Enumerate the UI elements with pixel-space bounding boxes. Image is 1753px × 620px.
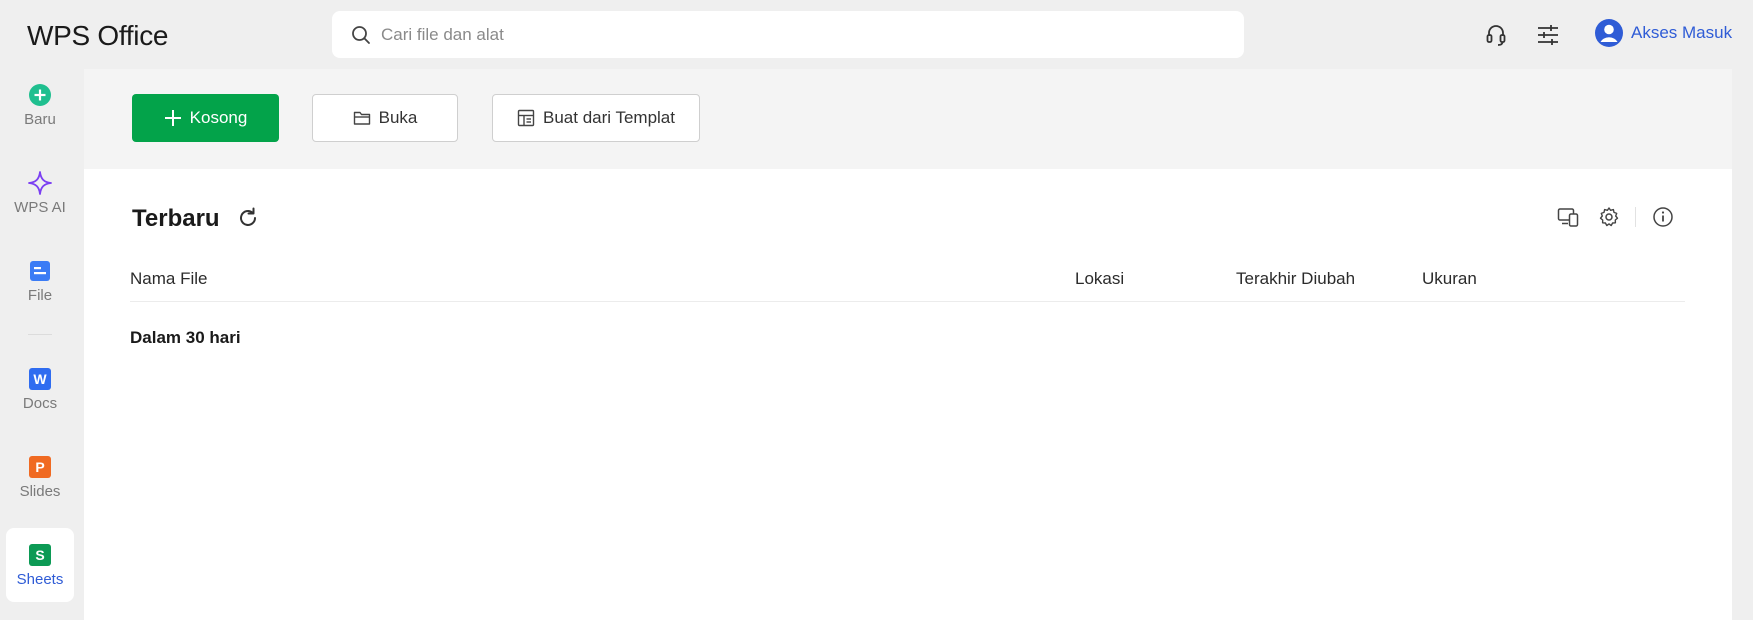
sidebar-item-label: File: [27, 286, 53, 304]
create-from-template-button[interactable]: Buat dari Templat: [492, 94, 700, 142]
plus-circle-icon: [29, 83, 51, 106]
sidebar-item-label: WPS AI: [14, 198, 66, 216]
column-header-location[interactable]: Lokasi: [1075, 269, 1124, 289]
search-bar[interactable]: [332, 11, 1244, 58]
window-edge: [1732, 69, 1753, 620]
sidebar-item-file[interactable]: File: [6, 244, 74, 318]
wps-office-window: WPS Office Akses Masuk: [0, 0, 1753, 620]
svg-text:P: P: [35, 459, 44, 475]
devices-icon[interactable]: [1557, 206, 1579, 228]
column-header-modified[interactable]: Terakhir Diubah: [1236, 269, 1355, 289]
sidebar-item-wps-ai[interactable]: WPS AI: [6, 156, 74, 230]
new-file-toolbar: Kosong Buka Buat dari Templat: [84, 69, 1732, 169]
search-input[interactable]: [381, 24, 1181, 45]
sidebar-item-docs[interactable]: W Docs: [6, 352, 74, 426]
group-label-last-30-days: Dalam 30 hari: [130, 328, 241, 347]
folder-icon: [353, 111, 370, 125]
column-header-name[interactable]: Nama File: [130, 269, 207, 289]
new-blank-button[interactable]: Kosong: [132, 94, 279, 142]
sidebar-item-label: Docs: [22, 394, 58, 412]
sliders-icon[interactable]: [1535, 22, 1561, 48]
header-divider: [130, 301, 1685, 302]
column-header-size[interactable]: Ukuran: [1422, 269, 1477, 289]
sparkle-icon: [28, 170, 52, 195]
headset-icon[interactable]: [1483, 22, 1509, 48]
refresh-icon[interactable]: [236, 206, 260, 230]
sidebar-item-baru[interactable]: Baru: [6, 68, 74, 142]
info-icon[interactable]: [1652, 206, 1674, 228]
new-blank-label: Kosong: [189, 108, 248, 127]
template-label: Buat dari Templat: [543, 108, 675, 127]
svg-text:S: S: [35, 547, 44, 563]
recent-files-panel: Terbaru Nama File Lokasi Terakhir Diubah…: [84, 169, 1732, 620]
main-content: Kosong Buka Buat dari Templat Terbaru Na…: [84, 69, 1732, 620]
login-label: Akses Masuk: [1631, 23, 1733, 42]
user-avatar-icon: [1595, 19, 1623, 47]
toolbar-divider: [1635, 207, 1636, 227]
settings-gear-icon[interactable]: [1598, 206, 1620, 228]
sidebar-item-label: Sheets: [16, 570, 64, 588]
login-button[interactable]: Akses Masuk: [1594, 18, 1732, 48]
recent-title: Terbaru: [132, 205, 220, 232]
open-button[interactable]: Buka: [312, 94, 458, 142]
app-logo: WPS Office: [27, 20, 169, 51]
plus-icon: [164, 110, 181, 126]
svg-text:W: W: [33, 371, 47, 387]
search-icon: [352, 25, 370, 44]
file-icon: [30, 260, 50, 281]
sidebar-item-slides[interactable]: P Slides: [6, 440, 74, 514]
open-label: Buka: [378, 108, 418, 127]
sidebar-item-sheets[interactable]: S Sheets: [6, 528, 74, 602]
sidebar-item-label: Slides: [19, 482, 61, 500]
sidebar-divider: [28, 334, 52, 335]
sheets-s-icon: S: [29, 543, 51, 566]
sidebar-item-label: Baru: [24, 110, 56, 128]
slides-p-icon: P: [29, 455, 51, 478]
template-icon: [517, 109, 535, 127]
docs-w-icon: W: [29, 367, 51, 390]
